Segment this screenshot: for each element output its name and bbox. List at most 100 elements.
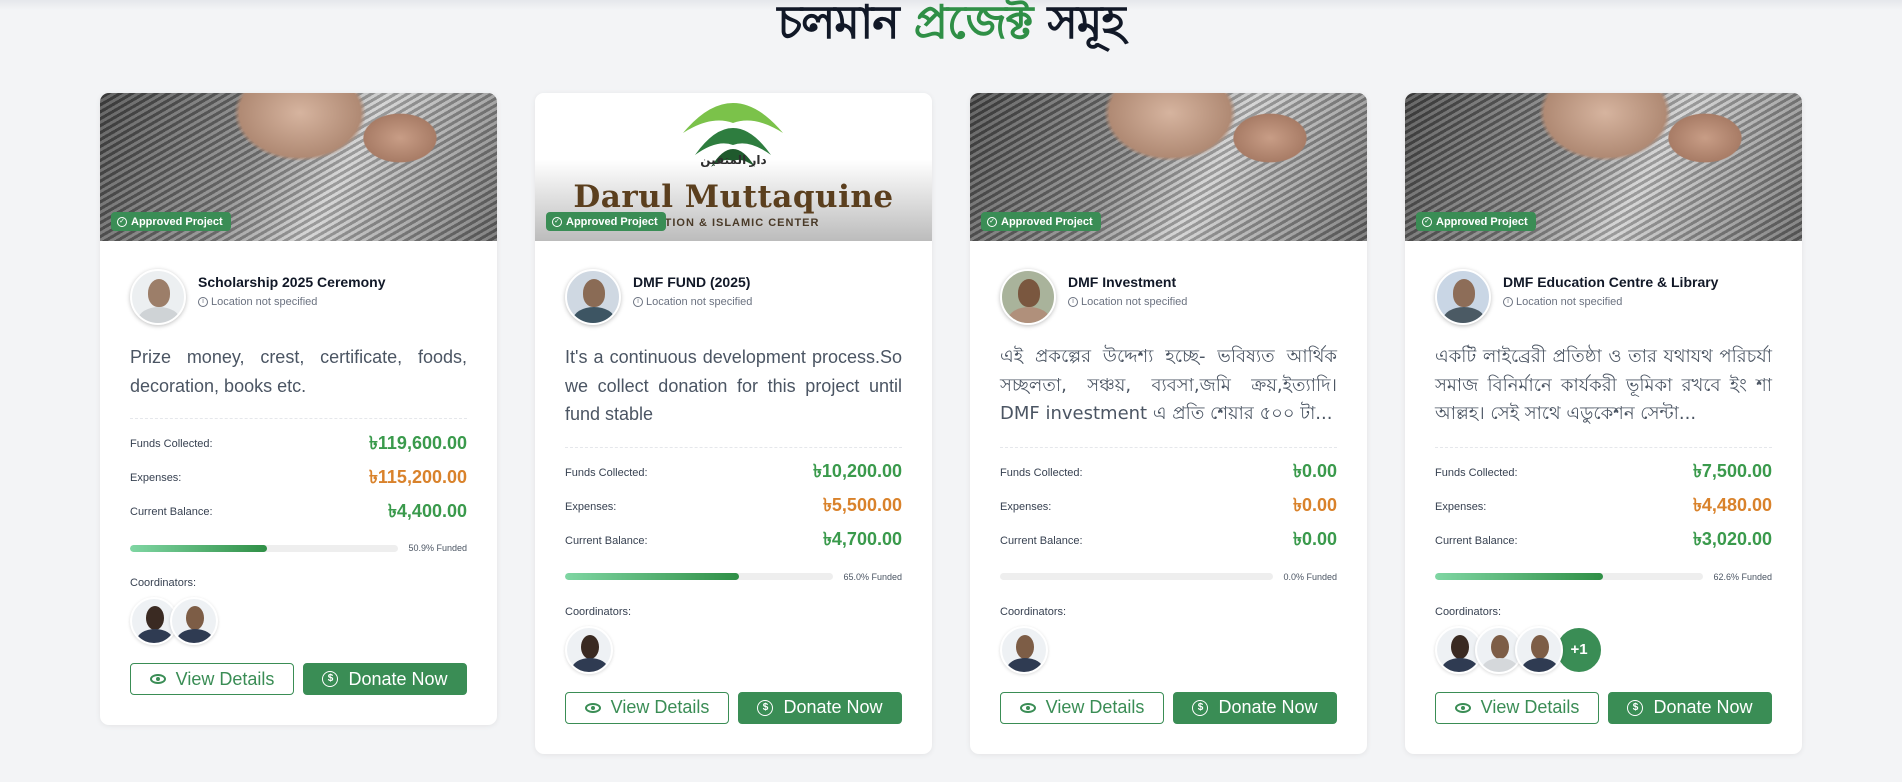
project-title[interactable]: DMF Education Centre & Library (1503, 273, 1718, 291)
donate-now-button[interactable]: $ Donate Now (738, 691, 902, 724)
donate-now-button[interactable]: $ Donate Now (1608, 691, 1772, 724)
coordinators-label: Coordinators: (565, 605, 632, 618)
check-circle-icon: ✓ (987, 216, 997, 227)
finance-summary: Funds Collected: ৳0.00 Expenses: ৳0.00 Cur… (1000, 456, 1337, 558)
progress-label: 50.9% Funded (408, 543, 467, 553)
coordinators-label: Coordinators: (1435, 605, 1502, 618)
coordinator-list (130, 597, 467, 647)
divider (1435, 446, 1772, 448)
info-icon: i (1503, 297, 1513, 307)
project-description: Prize money, crest, certificate, foods, … (130, 347, 467, 396)
eye-icon (1454, 702, 1471, 713)
project-location: i Location not specified (198, 296, 386, 308)
balance-value: ৳3,020.00 (1692, 529, 1772, 549)
approved-badge: ✓ Approved Project (981, 212, 1101, 231)
funds-collected-value: ৳0.00 (1293, 461, 1337, 481)
progress-fill (565, 573, 740, 580)
view-details-label: View Details (1480, 697, 1580, 717)
view-details-label: View Details (1045, 697, 1145, 717)
badge-label: Approved Project (131, 215, 223, 228)
progress-label: 0.0% Funded (1283, 571, 1337, 582)
donate-now-label: Donate Now (783, 697, 883, 717)
title-part-2: সমূহ (1047, 0, 1126, 49)
divider (130, 418, 467, 419)
balance-value: ৳0.00 (1293, 529, 1337, 549)
coordinator-list: +1 (1435, 625, 1772, 676)
donate-now-label: Donate Now (1218, 697, 1318, 717)
project-avatar (1000, 269, 1056, 325)
logo-name-text: Darul Muttaquine (573, 179, 894, 215)
coordinator-avatar[interactable] (170, 597, 218, 645)
project-title[interactable]: DMF FUND (2025) (633, 273, 752, 291)
approved-badge: ✓ Approved Project (546, 212, 666, 231)
funds-collected-value: ৳10,200.00 (812, 461, 902, 481)
badge-label: Approved Project (1436, 215, 1528, 228)
title-accent: প্রজেক্ট (913, 0, 1034, 49)
divider (1000, 446, 1337, 448)
info-icon: i (633, 297, 643, 307)
progress-label: 62.6% Funded (1713, 571, 1772, 582)
expenses-value: ৳0.00 (1293, 495, 1337, 515)
project-banner-image: ✓ Approved Project (970, 93, 1367, 241)
project-card: دار المتقين Darul Muttaquine DATION & IS… (535, 93, 932, 754)
project-card: ✓ Approved Project DMF Investment i Loca… (970, 93, 1367, 754)
funding-progress: 65.0% Funded (565, 572, 902, 582)
view-details-button[interactable]: View Details (130, 663, 294, 695)
progress-fill (1435, 573, 1604, 580)
coordinator-list (565, 625, 902, 676)
project-title[interactable]: Scholarship 2025 Ceremony (198, 273, 386, 291)
funding-progress: 0.0% Funded (1000, 572, 1337, 582)
funds-collected-value: ৳119,600.00 (368, 432, 467, 453)
eye-icon (584, 702, 601, 713)
coordinator-avatar[interactable] (1515, 625, 1563, 674)
view-details-label: View Details (175, 668, 275, 689)
project-description: এই প্রকল্পের উদ্দেশ্য হচ্ছে- ভবিষ্যত আর্… (1000, 346, 1337, 424)
check-circle-icon: ✓ (117, 216, 127, 227)
project-banner-image: ✓ Approved Project (1405, 93, 1802, 241)
view-details-button[interactable]: View Details (565, 691, 729, 724)
location-text: Location not specified (211, 296, 318, 308)
coordinators-label: Coordinators: (1000, 605, 1067, 618)
title-part-1: চলমান (777, 0, 899, 49)
logo-arabic-text: دار المتقين (700, 153, 767, 167)
badge-label: Approved Project (566, 215, 658, 228)
donate-now-button[interactable]: $ Donate Now (303, 663, 467, 695)
balance-label: Current Balance: (1435, 534, 1518, 547)
project-avatar (565, 269, 621, 325)
finance-summary: Funds Collected: ৳7,500.00 Expenses: ৳4,48… (1435, 456, 1772, 558)
project-location: i Location not specified (633, 296, 752, 308)
project-avatar (1435, 269, 1491, 325)
expenses-value: ৳115,200.00 (368, 466, 467, 487)
donate-now-button[interactable]: $ Donate Now (1173, 691, 1337, 724)
coordinator-list (1000, 625, 1337, 676)
project-location: i Location not specified (1068, 296, 1187, 308)
coordinators-label: Coordinators: (130, 577, 197, 589)
approved-badge: ✓ Approved Project (111, 212, 231, 231)
project-cards: ✓ Approved Project Scholarship 2025 Cere… (100, 93, 1802, 754)
expenses-value: ৳4,480.00 (1692, 495, 1772, 515)
coordinator-avatar[interactable] (565, 625, 613, 674)
view-details-button[interactable]: View Details (1000, 691, 1164, 724)
balance-label: Current Balance: (1000, 534, 1083, 547)
finance-summary: Funds Collected: ৳119,600.00 Expenses: ৳11… (130, 427, 467, 529)
project-avatar (130, 269, 186, 325)
balance-label: Current Balance: (565, 534, 648, 547)
expenses-label: Expenses: (1435, 500, 1487, 513)
location-text: Location not specified (646, 296, 753, 308)
balance-label: Current Balance: (130, 506, 213, 518)
coordinator-avatar[interactable] (1000, 625, 1048, 674)
expenses-label: Expenses: (1000, 500, 1052, 513)
funds-collected-label: Funds Collected: (130, 438, 213, 450)
project-title[interactable]: DMF Investment (1068, 273, 1187, 291)
funds-collected-value: ৳7,500.00 (1692, 461, 1772, 481)
view-details-label: View Details (610, 697, 710, 717)
progress-label: 65.0% Funded (843, 571, 902, 582)
project-card: ✓ Approved Project Scholarship 2025 Cere… (100, 93, 497, 725)
dollar-circle-icon: $ (757, 699, 774, 716)
project-banner-image: دار المتقين Darul Muttaquine DATION & IS… (535, 93, 932, 241)
funding-progress: 62.6% Funded (1435, 572, 1772, 582)
donate-now-label: Donate Now (348, 668, 448, 689)
expenses-value: ৳5,500.00 (822, 495, 902, 515)
view-details-button[interactable]: View Details (1435, 691, 1599, 724)
funds-collected-label: Funds Collected: (1435, 466, 1518, 479)
